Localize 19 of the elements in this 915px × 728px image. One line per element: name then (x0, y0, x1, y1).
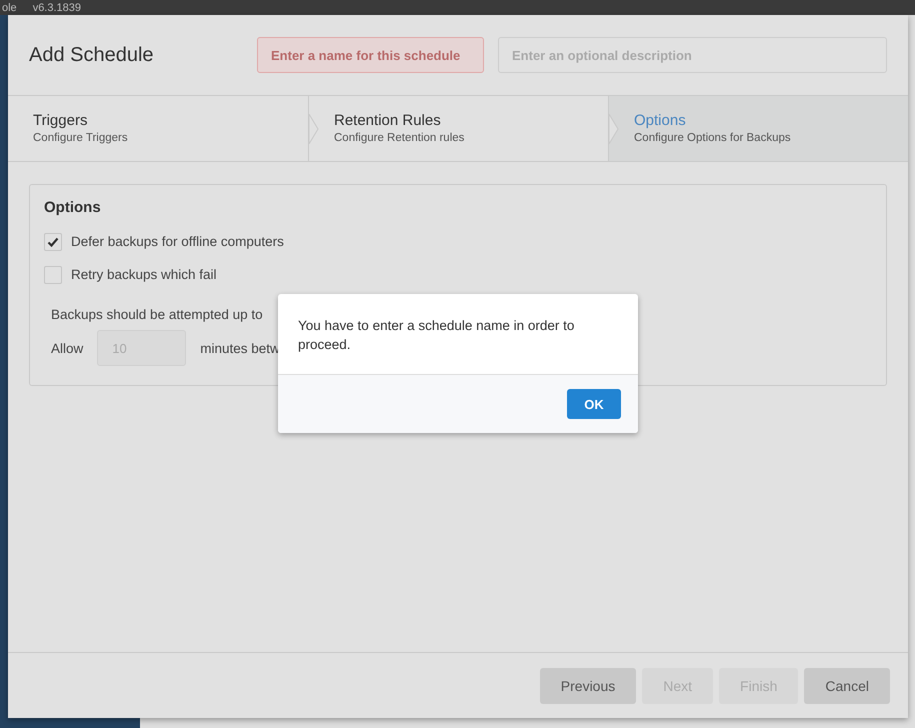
attempts-text: Backups should be attempted up to (51, 307, 264, 322)
checkbox-label: Defer backups for offline computers (71, 234, 284, 249)
chevron-icon (609, 114, 619, 144)
app-title: ole (2, 2, 17, 15)
check-icon (47, 236, 59, 248)
version-label: v6.3.1839 (32, 2, 82, 15)
ok-button[interactable]: OK (567, 389, 621, 419)
chevron-icon (309, 114, 319, 144)
allow-label: Allow (51, 340, 84, 356)
wizard-step[interactable]: Options Configure Options for Backups (608, 96, 908, 161)
checkbox[interactable] (44, 266, 62, 284)
wizard-button[interactable]: Cancel (804, 668, 890, 704)
wizard-button[interactable]: Previous (540, 668, 636, 704)
panel-heading: Options (44, 199, 102, 216)
checkbox[interactable] (44, 232, 62, 250)
name-field[interactable]: Enter a name for this schedule (257, 37, 484, 73)
dialog-title: Add Schedule (29, 44, 155, 66)
wizard-step[interactable]: Triggers Configure Triggers (8, 96, 308, 161)
checkbox-label: Retry backups which fail (71, 267, 217, 282)
